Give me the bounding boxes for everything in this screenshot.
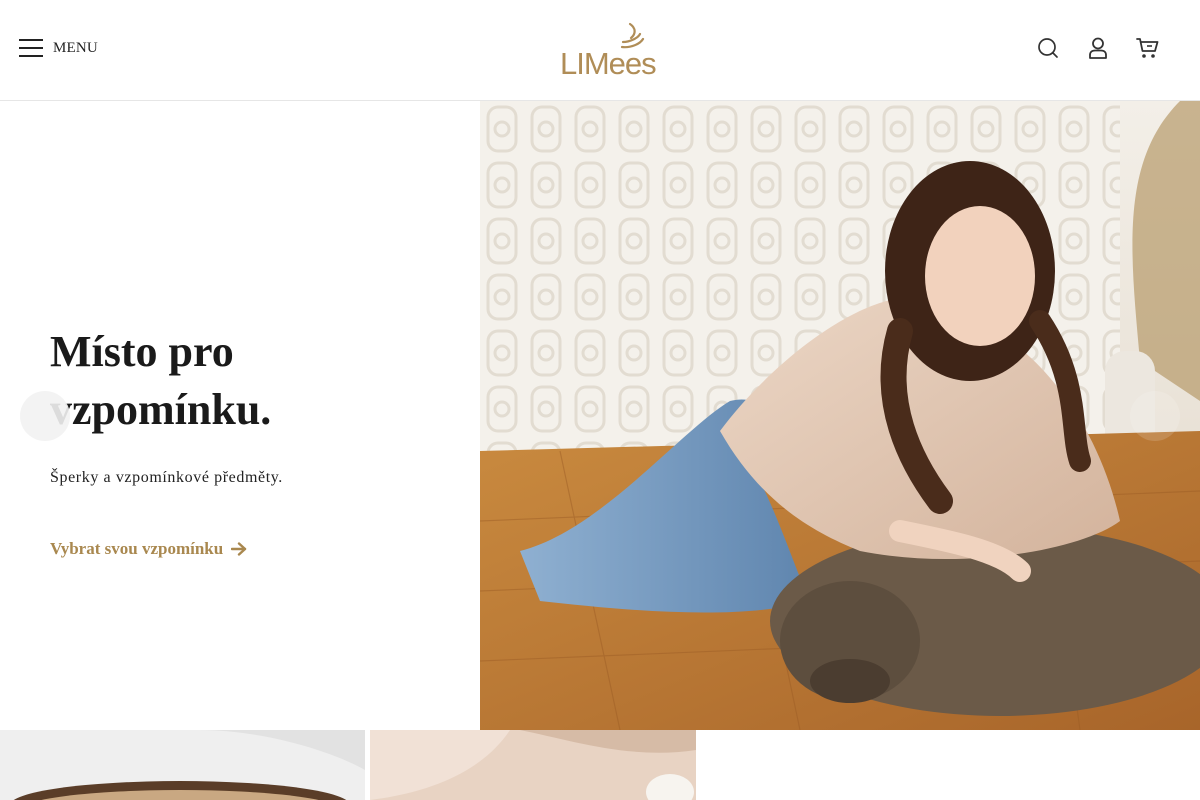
category-tile-2-image[interactable]	[370, 730, 696, 800]
search-icon	[1038, 38, 1058, 58]
logo-text: LIMees	[560, 46, 657, 81]
arrow-right-icon	[231, 542, 247, 556]
menu-label: MENU	[53, 39, 98, 56]
hero-slider: Místo pro vzpomínku. Šperky a vzpomínkov…	[0, 101, 1200, 730]
search-button[interactable]	[1036, 34, 1060, 62]
cart-button[interactable]	[1136, 34, 1160, 62]
site-header: MENU LIMees	[0, 0, 1200, 101]
hero-cta-link[interactable]: Vybrat svou vzpomínku	[50, 539, 247, 559]
slider-next-button[interactable]	[1130, 391, 1180, 441]
menu-toggle-button[interactable]: MENU	[19, 38, 98, 58]
hero-photo-illustration	[480, 101, 1200, 730]
wood-slice-photo	[0, 730, 365, 800]
hero-photo-woman-with-dog	[480, 101, 1200, 730]
slider-prev-button[interactable]	[20, 391, 70, 441]
hero-title-line2: vzpomínku.	[50, 385, 272, 434]
user-icon	[1089, 37, 1107, 59]
cart-icon	[1136, 38, 1159, 58]
hamburger-icon	[19, 38, 43, 58]
logo[interactable]: LIMees	[558, 22, 662, 81]
hero-subtitle: Šperky a vzpomínkové předměty.	[50, 469, 283, 486]
account-button[interactable]	[1086, 34, 1110, 62]
header-actions	[1036, 34, 1160, 62]
hero-cta-label: Vybrat svou vzpomínku	[50, 539, 224, 558]
hero-title: Místo pro vzpomínku.	[50, 323, 470, 439]
hand-photo	[370, 730, 696, 800]
hero-text-panel: Místo pro vzpomínku. Šperky a vzpomínkov…	[0, 101, 480, 730]
category-tile-1-image[interactable]	[0, 730, 365, 800]
hero-title-line1: Místo pro	[50, 327, 234, 376]
